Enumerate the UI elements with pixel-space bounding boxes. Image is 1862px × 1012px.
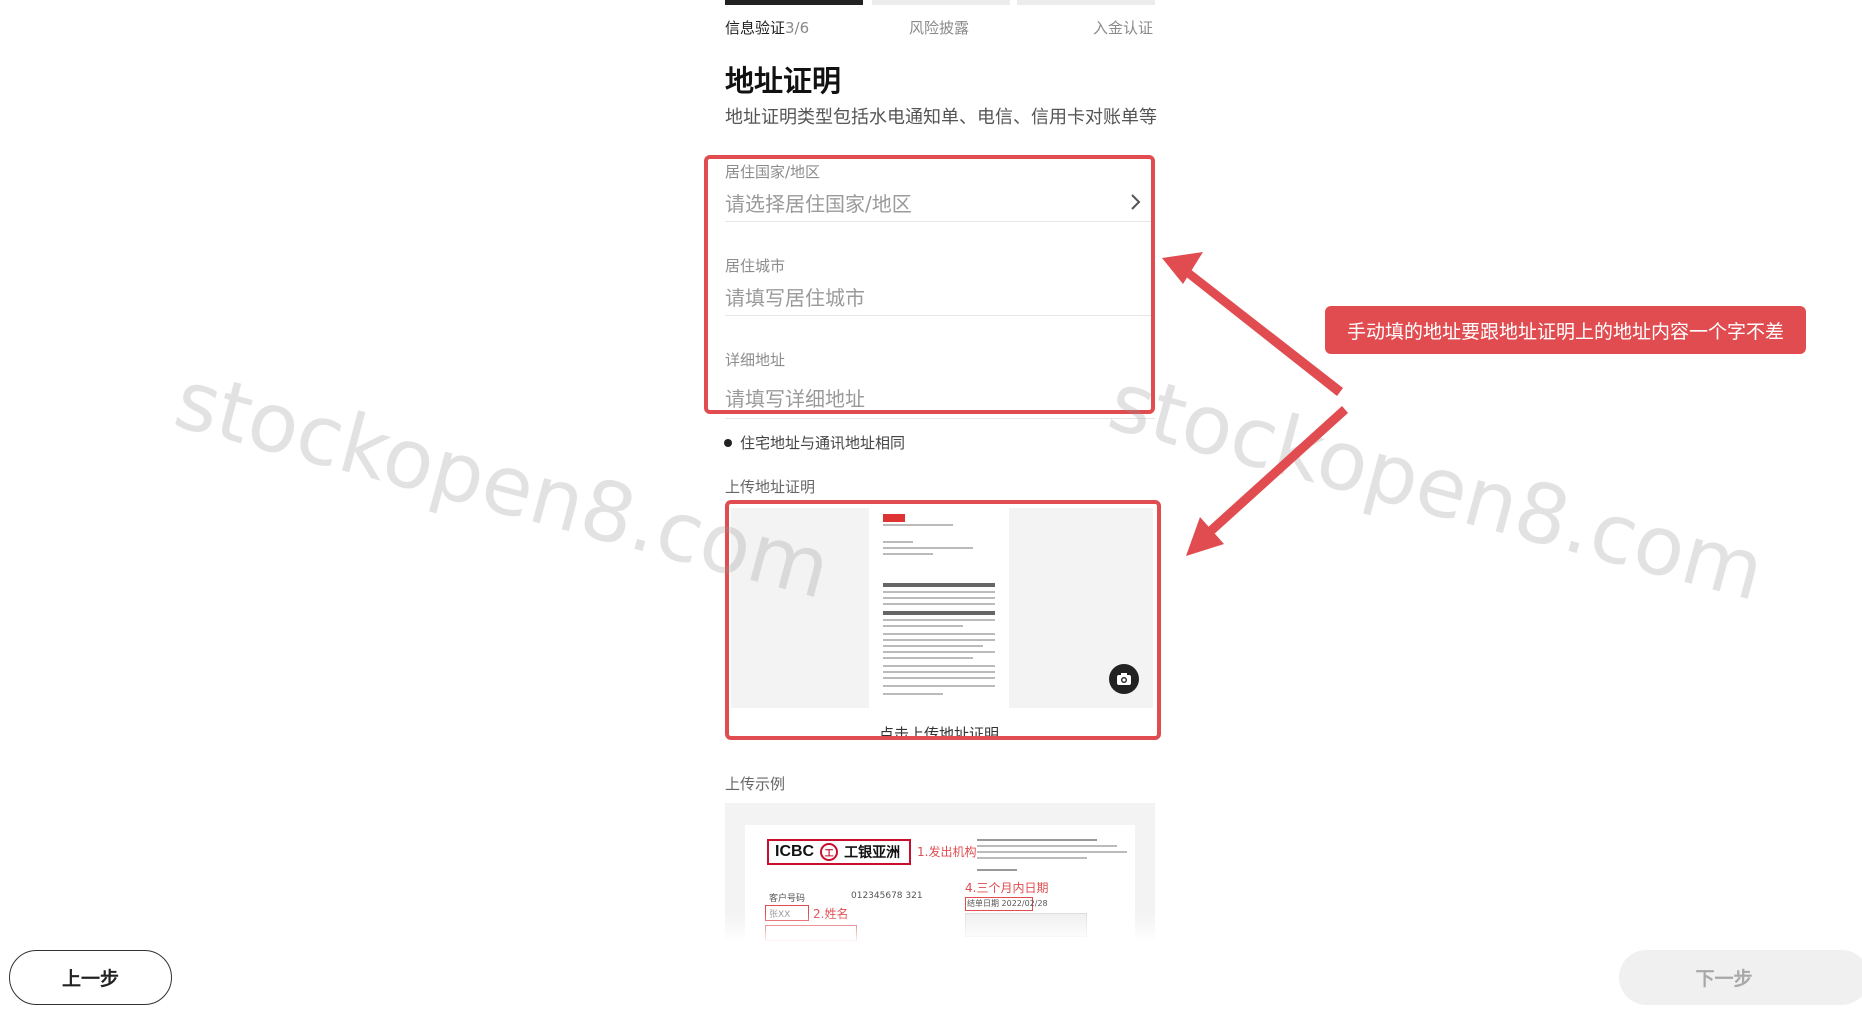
annotation-arrows [1162,252,1348,556]
